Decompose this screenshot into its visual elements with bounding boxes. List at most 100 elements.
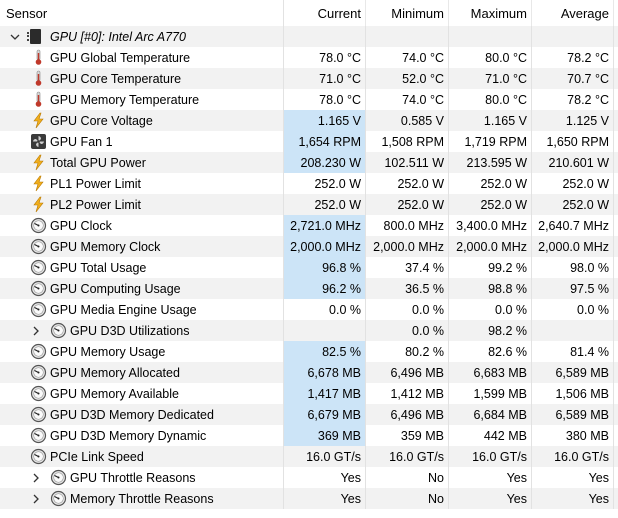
sensor-row[interactable]: PL1 Power Limit 252.0 W 252.0 W 252.0 W 252.… [0, 173, 618, 194]
average-value: 380 MB [532, 425, 614, 446]
gauge-icon [30, 406, 47, 423]
maximum-value: 98.8 % [449, 278, 532, 299]
sensor-name: GPU Memory Allocated [50, 365, 180, 380]
maximum-value: 98.2 % [449, 320, 532, 341]
current-value: 71.0 °C [284, 68, 366, 89]
chevron-right-icon[interactable] [30, 488, 42, 509]
sensor-row[interactable]: Total GPU Power 208.230 W 102.511 W 213.595… [0, 152, 618, 173]
minimum-value: 252.0 W [366, 194, 449, 215]
sensor-row[interactable]: GPU Clock 2,721.0 MHz 800.0 MHz 3,400.0 MHz… [0, 215, 618, 236]
current-value: 78.0 °C [284, 47, 366, 68]
average-value: 97.5 % [532, 278, 614, 299]
gauge-icon [50, 469, 67, 486]
sensor-row[interactable]: GPU Throttle Reasons Yes No Yes Yes [0, 467, 618, 488]
column-header-average[interactable]: Average [532, 0, 614, 26]
average-value: 1.125 V [532, 110, 614, 131]
maximum-value: 1.165 V [449, 110, 532, 131]
average-value: 252.0 W [532, 194, 614, 215]
average-value: 6,589 MB [532, 404, 614, 425]
sensor-row[interactable]: GPU Total Usage 96.8 % 37.4 % 99.2 % 98.0 % [0, 257, 618, 278]
minimum-value: No [366, 467, 449, 488]
minimum-value: 1,412 MB [366, 383, 449, 404]
current-value: 2,000.0 MHz [284, 236, 366, 257]
current-value: 1.165 V [284, 110, 366, 131]
average-value: 0.0 % [532, 299, 614, 320]
sensor-row[interactable]: GPU Core Temperature 71.0 °C 52.0 °C 71.0 °… [0, 68, 618, 89]
sensor-row[interactable]: GPU Memory Allocated 6,678 MB 6,496 MB 6,68… [0, 362, 618, 383]
sensor-row[interactable]: PCIe Link Speed 16.0 GT/s 16.0 GT/s 16.0 GT… [0, 446, 618, 467]
maximum-value: Yes [449, 467, 532, 488]
current-value: 6,679 MB [284, 404, 366, 425]
minimum-value: 74.0 °C [366, 89, 449, 110]
lightning-icon [30, 175, 47, 192]
current-value: 96.8 % [284, 257, 366, 278]
chevron-down-icon[interactable] [9, 26, 21, 47]
current-value: 6,678 MB [284, 362, 366, 383]
average-value: 16.0 GT/s [532, 446, 614, 467]
gpu-chip-icon [27, 29, 41, 44]
sensor-row[interactable]: GPU D3D Memory Dynamic 369 MB 359 MB 442 MB… [0, 425, 618, 446]
minimum-value: 1,508 RPM [366, 131, 449, 152]
column-header-minimum[interactable]: Minimum [366, 0, 449, 26]
average-value: 78.2 °C [532, 47, 614, 68]
sensor-row[interactable]: GPU Core Voltage 1.165 V 0.585 V 1.165 V 1.1… [0, 110, 618, 131]
current-value: 82.5 % [284, 341, 366, 362]
average-value: 81.4 % [532, 341, 614, 362]
current-value: 78.0 °C [284, 89, 366, 110]
lightning-icon [30, 112, 47, 129]
gpu-group-row[interactable]: GPU [#0]: Intel Arc A770 [0, 26, 618, 47]
minimum-value: 80.2 % [366, 341, 449, 362]
column-header-current[interactable]: Current [284, 0, 366, 26]
sensor-name: Total GPU Power [50, 155, 146, 170]
sensor-row[interactable]: GPU Memory Temperature 78.0 °C 74.0 °C 80.0… [0, 89, 618, 110]
sensor-row[interactable]: GPU Memory Available 1,417 MB 1,412 MB 1,59… [0, 383, 618, 404]
sensor-name: PL2 Power Limit [50, 197, 142, 212]
sensor-row[interactable]: GPU Fan 1 1,654 RPM 1,508 RPM 1,719 RPM 1,65… [0, 131, 618, 152]
sensor-row[interactable]: GPU Computing Usage 96.2 % 36.5 % 98.8 % 97.… [0, 278, 618, 299]
column-header-maximum[interactable]: Maximum [449, 0, 532, 26]
sensor-name: Memory Throttle Reasons [70, 491, 214, 506]
current-value: 1,654 RPM [284, 131, 366, 152]
sensor-table: Sensor Current Minimum Maximum Average G… [0, 0, 618, 509]
minimum-value: 2,000.0 MHz [366, 236, 449, 257]
minimum-value: 800.0 MHz [366, 215, 449, 236]
chevron-right-icon[interactable] [30, 320, 42, 341]
gauge-icon [50, 490, 67, 507]
group-label: GPU [#0]: Intel Arc A770 [50, 29, 186, 44]
sensor-row[interactable]: GPU D3D Utilizations 0.0 % 98.2 % [0, 320, 618, 341]
current-value: 369 MB [284, 425, 366, 446]
gauge-icon [50, 322, 67, 339]
average-value: 78.2 °C [532, 89, 614, 110]
maximum-value: 80.0 °C [449, 47, 532, 68]
sensor-row[interactable]: GPU D3D Memory Dedicated 6,679 MB 6,496 MB… [0, 404, 618, 425]
minimum-value: 102.511 W [366, 152, 449, 173]
sensor-row[interactable]: PL2 Power Limit 252.0 W 252.0 W 252.0 W 252.… [0, 194, 618, 215]
minimum-value: 0.0 % [366, 320, 449, 341]
thermometer-icon [30, 49, 47, 66]
maximum-value: 6,683 MB [449, 362, 532, 383]
chevron-right-icon[interactable] [30, 467, 42, 488]
sensor-name: GPU Total Usage [50, 260, 147, 275]
sensor-row[interactable]: GPU Media Engine Usage 0.0 % 0.0 % 0.0 % 0.0… [0, 299, 618, 320]
fan-icon [30, 133, 47, 150]
current-value [284, 320, 366, 341]
minimum-value: 0.585 V [366, 110, 449, 131]
current-value: Yes [284, 467, 366, 488]
gauge-icon [30, 364, 47, 381]
maximum-value: 80.0 °C [449, 89, 532, 110]
sensor-name: GPU D3D Memory Dedicated [50, 407, 214, 422]
sensor-row[interactable]: GPU Global Temperature 78.0 °C 74.0 °C 80.0… [0, 47, 618, 68]
column-header-sensor[interactable]: Sensor [0, 0, 284, 26]
average-value: 6,589 MB [532, 362, 614, 383]
sensor-name: GPU Clock [50, 218, 112, 233]
sensor-row[interactable]: GPU Memory Clock 2,000.0 MHz 2,000.0 MHz 2,… [0, 236, 618, 257]
minimum-value: 252.0 W [366, 173, 449, 194]
sensor-row[interactable]: GPU Memory Usage 82.5 % 80.2 % 82.6 % 81.4 % [0, 341, 618, 362]
sensor-name: GPU Global Temperature [50, 50, 191, 65]
average-value: Yes [532, 488, 614, 509]
minimum-value: 6,496 MB [366, 362, 449, 383]
sensor-name: GPU Core Voltage [50, 113, 153, 128]
sensor-name: GPU Media Engine Usage [50, 302, 197, 317]
sensor-row[interactable]: Memory Throttle Reasons Yes No Yes Yes [0, 488, 618, 509]
lightning-icon [30, 196, 47, 213]
